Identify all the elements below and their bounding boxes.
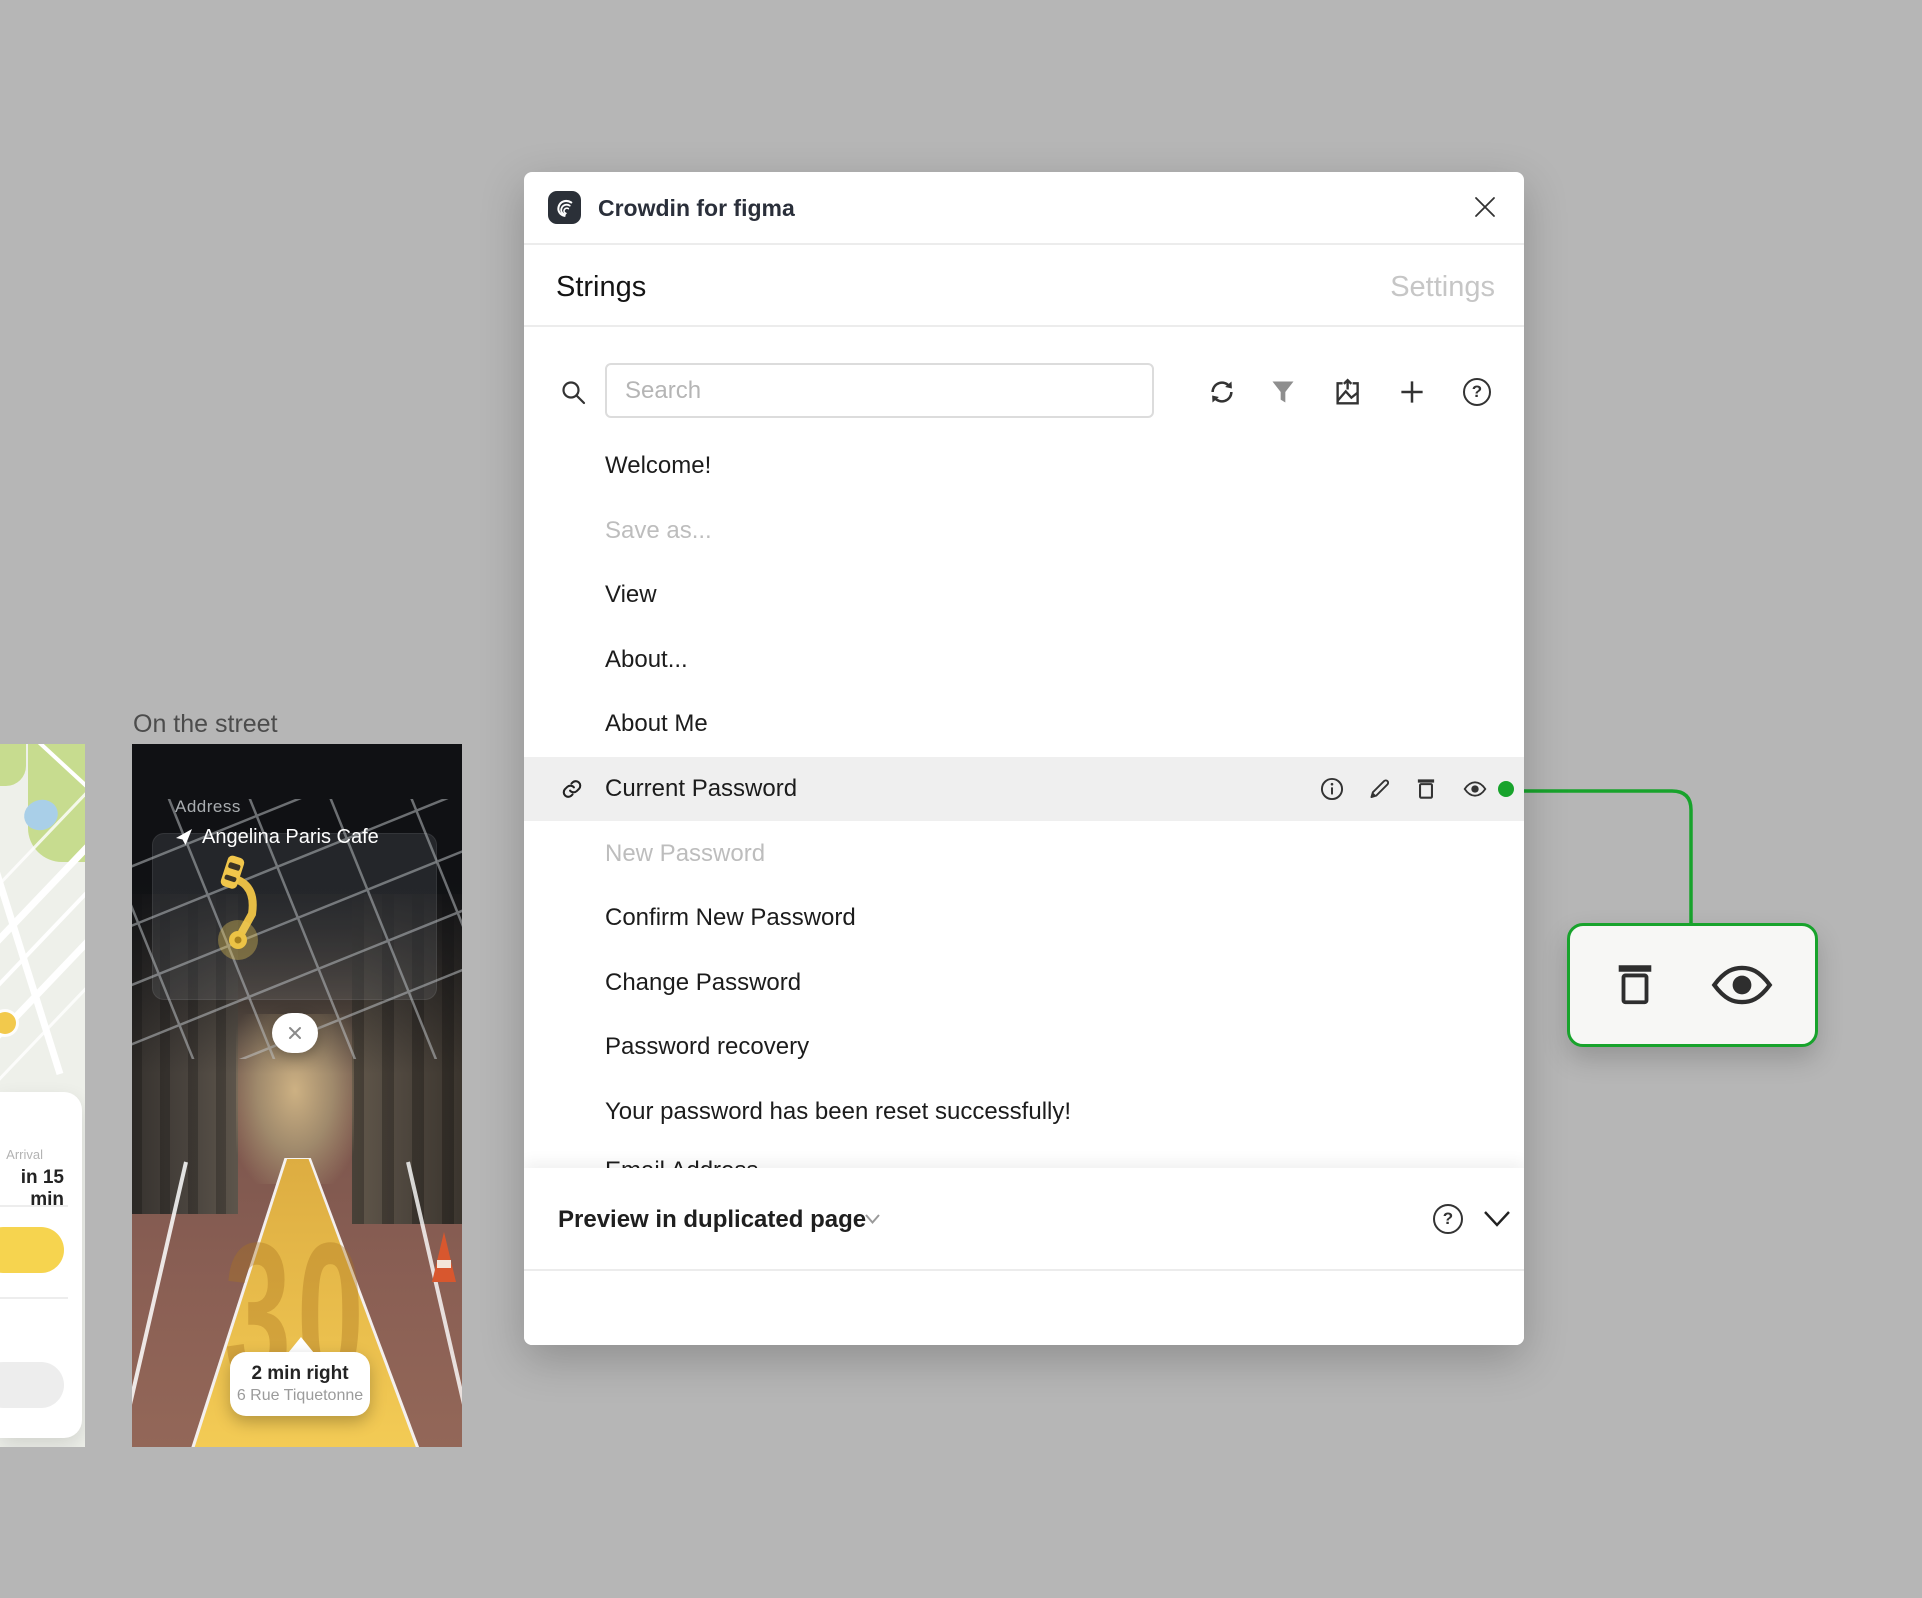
- arrival-label: Arrival: [6, 1147, 43, 1162]
- preview-label: Preview in duplicated page: [558, 1206, 867, 1233]
- help-icon: ?: [1463, 378, 1491, 406]
- navigate-icon: [176, 829, 192, 845]
- close-ar-button[interactable]: [272, 1013, 318, 1053]
- string-preview-button[interactable]: [1462, 776, 1488, 802]
- figma-canvas: On the street Arrival in 15 min 30 2 min…: [0, 0, 1922, 1598]
- direction-subtitle: 6 Rue Tiquetonne: [236, 1387, 364, 1404]
- address-value: Angelina Paris Cafe: [202, 826, 379, 848]
- map-frame[interactable]: Arrival in 15 min: [0, 744, 85, 1447]
- taxi-route: [218, 855, 258, 960]
- preview-row[interactable]: Preview in duplicated page ?: [524, 1168, 1524, 1271]
- info-icon: [1320, 777, 1344, 801]
- traffic-cone: [432, 1232, 456, 1282]
- search-box: [605, 363, 1154, 418]
- string-row-selected[interactable]: Current Password: [524, 757, 1524, 821]
- chevron-down-icon[interactable]: [864, 1212, 881, 1226]
- direction-arrow: [288, 1337, 314, 1353]
- artboard-label[interactable]: On the street: [133, 710, 278, 739]
- string-row[interactable]: View: [524, 563, 1524, 627]
- trash-icon[interactable]: [1612, 959, 1658, 1011]
- string-row[interactable]: Your password has been reset successfull…: [524, 1080, 1524, 1144]
- string-row[interactable]: New Password: [524, 822, 1524, 886]
- connector-dot: [1498, 781, 1514, 797]
- address-label: Address: [175, 797, 241, 816]
- string-delete-button[interactable]: [1413, 776, 1439, 802]
- string-row-clipped: Email Address: [524, 1139, 1524, 1168]
- string-info-button[interactable]: [1319, 776, 1345, 802]
- plugin-header: Crowdin for figma: [524, 172, 1524, 245]
- sync-icon: [1211, 381, 1233, 403]
- add-string-button[interactable]: [1396, 376, 1428, 408]
- link-icon: [562, 780, 582, 798]
- plugin-title: Crowdin for figma: [598, 195, 795, 221]
- eye-icon: [1463, 781, 1487, 797]
- card-divider-2: [0, 1297, 68, 1299]
- filter-icon: [1272, 381, 1294, 403]
- string-row[interactable]: Confirm New Password: [524, 886, 1524, 950]
- tab-settings[interactable]: Settings: [1390, 247, 1495, 327]
- crowdin-plugin-window: Crowdin for figma Strings Settings Searc…: [524, 172, 1524, 1345]
- string-row[interactable]: About...: [524, 628, 1524, 692]
- export-preview-button[interactable]: [1331, 376, 1363, 408]
- traffic-cone-band: [437, 1260, 451, 1268]
- search-input[interactable]: [607, 365, 1152, 416]
- direction-title: 2 min right: [251, 1363, 349, 1384]
- plugin-tabs: Strings Settings: [524, 247, 1524, 327]
- trash-icon: [1417, 779, 1435, 799]
- crowdin-logo-icon: [548, 191, 581, 224]
- card-divider: [0, 1205, 68, 1207]
- close-icon: [289, 1027, 301, 1039]
- preview-panel: Preview in duplicated page ?: [524, 1168, 1524, 1345]
- help-button[interactable]: ?: [1461, 376, 1493, 408]
- close-icon: [1475, 197, 1495, 217]
- string-row[interactable]: Save as...: [524, 499, 1524, 563]
- pencil-icon: [1370, 779, 1389, 798]
- string-row[interactable]: About Me: [524, 692, 1524, 756]
- direction-tooltip: 2 min right 6 Rue Tiquetonne: [230, 1352, 370, 1416]
- sync-button[interactable]: [1206, 376, 1238, 408]
- string-row[interactable]: Change Password: [524, 951, 1524, 1015]
- primary-action-button-fragment[interactable]: [0, 1227, 64, 1273]
- tab-strings[interactable]: Strings: [556, 247, 646, 327]
- filter-button[interactable]: [1267, 376, 1299, 408]
- string-row[interactable]: Password recovery: [524, 1015, 1524, 1079]
- search-icon: [562, 381, 586, 405]
- collapse-panel-button[interactable]: [1481, 1206, 1513, 1232]
- close-plugin-button[interactable]: [1470, 192, 1500, 222]
- secondary-action-button-fragment[interactable]: [0, 1362, 64, 1408]
- string-row[interactable]: Welcome!: [524, 434, 1524, 498]
- actions-callout: [1567, 923, 1818, 1047]
- street-frame[interactable]: 30 2 min right 6 Rue Tiquetonne Address: [132, 744, 462, 1447]
- chevron-down-icon: [1484, 1211, 1510, 1227]
- selected-string-label: Current Password: [605, 775, 798, 802]
- plus-icon: [1401, 381, 1423, 403]
- preview-help-button[interactable]: ?: [1433, 1204, 1463, 1234]
- string-edit-button[interactable]: [1366, 776, 1392, 802]
- help-icon: ?: [1433, 1204, 1463, 1234]
- eye-icon[interactable]: [1710, 963, 1774, 1007]
- string-row[interactable]: Email Address: [524, 1139, 1524, 1168]
- export-image-icon: [1336, 378, 1359, 405]
